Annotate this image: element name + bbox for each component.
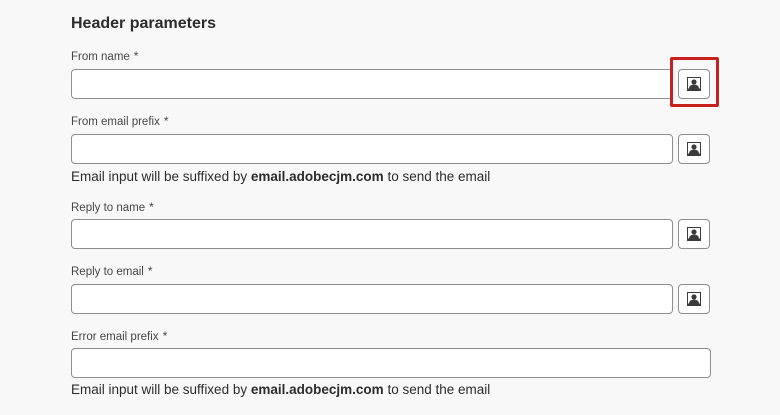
required-marker: *: [133, 49, 139, 63]
help-domain: email.adobecjm.com: [250, 169, 384, 184]
reply-to-email-label-text: Reply to email: [71, 266, 144, 278]
help-suffix: to send the email: [387, 169, 491, 184]
reply-to-email-personalization-button[interactable]: [678, 284, 710, 314]
from-email-prefix-label-text: From email prefix: [71, 116, 160, 128]
from-name-label: From name *: [71, 49, 138, 64]
from-name-label-text: From name: [71, 51, 130, 63]
required-marker: *: [147, 264, 153, 278]
from-email-prefix-personalization-button[interactable]: [678, 134, 710, 164]
required-marker: *: [163, 114, 169, 128]
required-marker: *: [149, 200, 154, 214]
personalization-icon: [687, 142, 701, 156]
from-email-prefix-input[interactable]: [71, 134, 673, 164]
error-email-prefix-label: Error email prefix *: [71, 329, 167, 344]
error-email-prefix-label-text: Error email prefix: [71, 331, 159, 343]
help-domain: email.adobecjm.com: [250, 382, 384, 397]
reply-to-name-label: Reply to name *: [71, 200, 154, 215]
personalization-icon: [687, 292, 701, 306]
from-email-prefix-help: Email input will be suffixed by email.ad…: [71, 168, 490, 186]
from-email-prefix-label: From email prefix *: [71, 114, 169, 129]
help-suffix: to send the email: [387, 382, 491, 397]
reply-to-email-input[interactable]: [71, 284, 673, 314]
from-name-input[interactable]: [71, 69, 673, 99]
help-prefix: Email input will be suffixed by: [71, 382, 248, 397]
required-marker: *: [162, 329, 168, 343]
error-email-prefix-help: Email input will be suffixed by email.ad…: [71, 381, 490, 399]
error-email-prefix-input[interactable]: [71, 348, 711, 378]
section-title: Header parameters: [71, 15, 216, 32]
from-name-personalization-button[interactable]: [678, 69, 710, 99]
reply-to-name-label-text: Reply to name: [71, 202, 146, 214]
personalization-icon: [687, 227, 701, 241]
reply-to-name-input[interactable]: [71, 219, 673, 249]
help-prefix: Email input will be suffixed by: [71, 169, 248, 184]
reply-to-email-label: Reply to email *: [71, 264, 153, 279]
reply-to-name-personalization-button[interactable]: [678, 219, 710, 249]
personalization-icon: [687, 77, 701, 91]
